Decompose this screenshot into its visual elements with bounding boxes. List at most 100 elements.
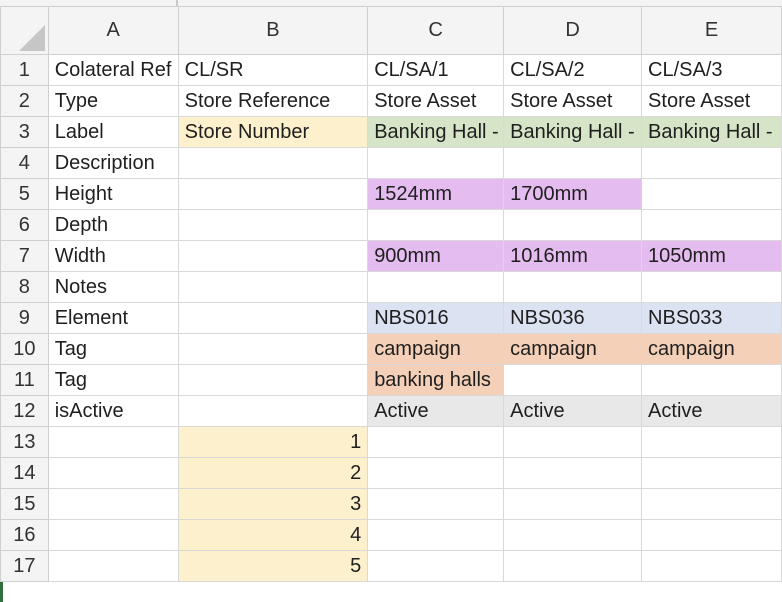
column-header-c[interactable]: C: [367, 6, 505, 55]
cell-b9[interactable]: [177, 302, 369, 334]
row-header[interactable]: 10: [0, 333, 49, 365]
cell-b7[interactable]: [177, 240, 369, 272]
cell-d9[interactable]: NBS036: [503, 302, 643, 334]
cell-d6[interactable]: [503, 209, 643, 241]
cell-a3[interactable]: Label: [47, 116, 179, 148]
cell-d7[interactable]: 1016mm: [503, 240, 643, 272]
cell-e11[interactable]: [641, 364, 782, 396]
row-header[interactable]: 7: [0, 240, 49, 272]
cell-e17[interactable]: [641, 550, 782, 582]
cell-c12[interactable]: Active: [367, 395, 505, 427]
cell-b17[interactable]: 5: [177, 550, 369, 582]
cell-c9[interactable]: NBS016: [367, 302, 505, 334]
cell-d10[interactable]: campaign: [503, 333, 643, 365]
row-header[interactable]: 3: [0, 116, 49, 148]
cell-b13[interactable]: 1: [177, 426, 369, 458]
cell-c6[interactable]: [367, 209, 505, 241]
cell-a15[interactable]: [47, 488, 179, 520]
cell-e2[interactable]: Store Asset: [641, 85, 782, 117]
cell-d4[interactable]: [503, 147, 643, 179]
column-header-e[interactable]: E: [641, 6, 782, 55]
cell-e13[interactable]: [641, 426, 782, 458]
cell-c17[interactable]: [367, 550, 505, 582]
cell-c4[interactable]: [367, 147, 505, 179]
row-header[interactable]: 12: [0, 395, 49, 427]
cell-b14[interactable]: 2: [177, 457, 369, 489]
cell-e4[interactable]: [641, 147, 782, 179]
cell-c3[interactable]: Banking Hall -: [367, 116, 505, 148]
cell-b15[interactable]: 3: [177, 488, 369, 520]
cell-d12[interactable]: Active: [503, 395, 643, 427]
cell-c13[interactable]: [367, 426, 505, 458]
row-header[interactable]: 6: [0, 209, 49, 241]
row-header[interactable]: 1: [0, 54, 49, 86]
row-header[interactable]: 11: [0, 364, 49, 396]
cell-c11[interactable]: banking halls: [367, 364, 505, 396]
cell-a8[interactable]: Notes: [47, 271, 179, 303]
cell-a4[interactable]: Description: [47, 147, 179, 179]
cell-c16[interactable]: [367, 519, 505, 551]
cell-e3[interactable]: Banking Hall -: [641, 116, 782, 148]
cell-d8[interactable]: [503, 271, 643, 303]
cell-c2[interactable]: Store Asset: [367, 85, 505, 117]
row-header[interactable]: 15: [0, 488, 49, 520]
cell-a12[interactable]: isActive: [47, 395, 179, 427]
cell-a2[interactable]: Type: [47, 85, 179, 117]
cell-b2[interactable]: Store Reference: [177, 85, 369, 117]
cell-d13[interactable]: [503, 426, 643, 458]
cell-b16[interactable]: 4: [177, 519, 369, 551]
cell-e15[interactable]: [641, 488, 782, 520]
cell-d15[interactable]: [503, 488, 643, 520]
cell-e10[interactable]: campaign: [641, 333, 782, 365]
cell-c8[interactable]: [367, 271, 505, 303]
cell-c7[interactable]: 900mm: [367, 240, 505, 272]
cell-b8[interactable]: [177, 271, 369, 303]
cell-c5[interactable]: 1524mm: [367, 178, 505, 210]
row-header[interactable]: 8: [0, 271, 49, 303]
cell-e12[interactable]: Active: [641, 395, 782, 427]
cell-b1[interactable]: CL/SR: [177, 54, 369, 86]
cell-e9[interactable]: NBS033: [641, 302, 782, 334]
cell-a16[interactable]: [47, 519, 179, 551]
cell-e1[interactable]: CL/SA/3: [641, 54, 782, 86]
cell-d5[interactable]: 1700mm: [503, 178, 643, 210]
cell-d11[interactable]: [503, 364, 643, 396]
cell-d17[interactable]: [503, 550, 643, 582]
row-header[interactable]: 5: [0, 178, 49, 210]
cell-c10[interactable]: campaign: [367, 333, 505, 365]
cell-b4[interactable]: [177, 147, 369, 179]
cell-a13[interactable]: [47, 426, 179, 458]
row-header[interactable]: 2: [0, 85, 49, 117]
cell-b11[interactable]: [177, 364, 369, 396]
cell-e16[interactable]: [641, 519, 782, 551]
cell-c15[interactable]: [367, 488, 505, 520]
cell-c1[interactable]: CL/SA/1: [367, 54, 505, 86]
row-header[interactable]: 9: [0, 302, 49, 334]
cell-e5[interactable]: [641, 178, 782, 210]
cell-c14[interactable]: [367, 457, 505, 489]
cell-a14[interactable]: [47, 457, 179, 489]
column-header-a[interactable]: A: [47, 6, 179, 55]
cell-d1[interactable]: CL/SA/2: [503, 54, 643, 86]
row-header[interactable]: 17: [0, 550, 49, 582]
cell-e8[interactable]: [641, 271, 782, 303]
cell-b10[interactable]: [177, 333, 369, 365]
cell-b3[interactable]: Store Number: [177, 116, 369, 148]
cell-a5[interactable]: Height: [47, 178, 179, 210]
row-header[interactable]: 16: [0, 519, 49, 551]
cell-a9[interactable]: Element: [47, 302, 179, 334]
select-all-corner[interactable]: [0, 6, 49, 55]
row-header[interactable]: 13: [0, 426, 49, 458]
cell-e6[interactable]: [641, 209, 782, 241]
row-header[interactable]: 14: [0, 457, 49, 489]
cell-a7[interactable]: Width: [47, 240, 179, 272]
cell-e14[interactable]: [641, 457, 782, 489]
cell-a11[interactable]: Tag: [47, 364, 179, 396]
cell-d14[interactable]: [503, 457, 643, 489]
cell-a17[interactable]: [47, 550, 179, 582]
cell-d16[interactable]: [503, 519, 643, 551]
cell-e7[interactable]: 1050mm: [641, 240, 782, 272]
cell-b12[interactable]: [177, 395, 369, 427]
cell-b6[interactable]: [177, 209, 369, 241]
cell-b5[interactable]: [177, 178, 369, 210]
